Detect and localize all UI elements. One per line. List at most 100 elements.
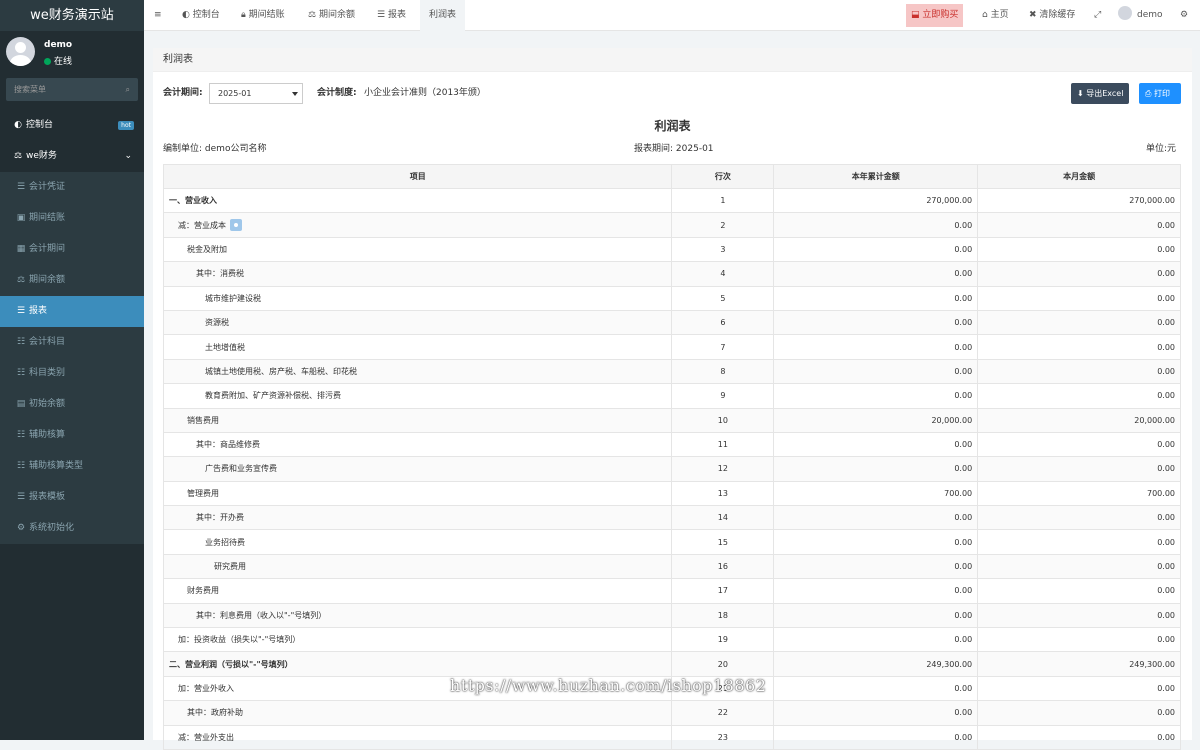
tab-dashboard[interactable]: ◐ 控制台 bbox=[176, 0, 226, 31]
sidebar-item-label: 控制台 bbox=[26, 120, 54, 130]
table-row: 教育费附加、矿产资源补偿税、排污费 9 0.00 0.00 bbox=[162, 383, 1181, 409]
cell-item: 一、营业收入 bbox=[162, 187, 673, 214]
list-icon: ☷ bbox=[16, 337, 26, 347]
home-link[interactable]: ⌂ 主页 bbox=[976, 0, 1015, 31]
sidebar-item-8[interactable]: ☷ 辅助核算 bbox=[0, 420, 144, 451]
report-title: 利润表 bbox=[654, 119, 691, 133]
cell-item: 教育费附加、矿产资源补偿税、排污费 bbox=[162, 383, 673, 409]
sidebar-item-label: 辅助核算类型 bbox=[29, 461, 84, 471]
tab-reports[interactable]: ☰ 报表 bbox=[371, 0, 412, 31]
cell-line: 12 bbox=[671, 456, 775, 482]
sidebar-item-3[interactable]: ⚖ 期间余额 bbox=[0, 265, 144, 296]
tab-period-balance[interactable]: ⚖ 期间余额 bbox=[302, 0, 361, 31]
cell-month: 270,000.00 bbox=[977, 187, 1181, 214]
sidebar-item-0[interactable]: ☰ 会计凭证 bbox=[0, 172, 144, 203]
user-status-label: 在线 bbox=[54, 57, 73, 67]
cell-line: 18 bbox=[671, 602, 775, 629]
cell-ytd: 0.00 bbox=[773, 529, 979, 555]
cell-item: 减：营业外支出 bbox=[162, 724, 673, 750]
calendar-icon: ▦ bbox=[16, 244, 26, 254]
list-icon: ☷ bbox=[16, 430, 26, 440]
cell-line: 16 bbox=[671, 553, 775, 580]
cell-ytd: 0.00 bbox=[773, 431, 979, 458]
cell-month: 0.00 bbox=[977, 578, 1181, 604]
user-menu[interactable]: demo bbox=[1112, 0, 1169, 31]
cell-month: 249,300.00 bbox=[977, 651, 1181, 677]
cell-item: 销售费用 bbox=[162, 407, 673, 433]
cell-item: 其中：消费税 bbox=[162, 261, 673, 287]
menu-toggle-icon[interactable]: ≡ bbox=[148, 0, 168, 31]
cell-item-text: 其中：消费税 bbox=[196, 269, 244, 279]
sidebar-item-4[interactable]: ☰ 报表 bbox=[0, 296, 144, 327]
export-excel-button[interactable]: ⬇ 导出Excel bbox=[1071, 83, 1130, 104]
download-icon: ⬇ bbox=[1077, 89, 1087, 98]
cell-ytd: 0.00 bbox=[773, 334, 979, 360]
tab-income-statement[interactable]: 利润表 bbox=[420, 0, 466, 31]
cell-ytd: 0.00 bbox=[773, 309, 979, 336]
sidebar-item-1[interactable]: ▣ 期间结账 bbox=[0, 203, 144, 234]
sidebar-item-5[interactable]: ☷ 会计科目 bbox=[0, 327, 144, 358]
cell-month: 20,000.00 bbox=[977, 407, 1181, 433]
sidebar-item-10[interactable]: ☰ 报表模板 bbox=[0, 482, 144, 513]
system-value: 小企业会计准则（2013年颁） bbox=[364, 88, 486, 98]
cell-item: 财务费用 bbox=[162, 578, 673, 604]
avatar bbox=[6, 37, 35, 66]
sidebar-group-we-finance[interactable]: ⚖ we财务 ⌄ bbox=[0, 141, 144, 172]
cell-item-text: 财务费用 bbox=[187, 586, 219, 596]
search-icon[interactable]: ⌕ bbox=[126, 78, 130, 101]
sidebar-item-7[interactable]: ▤ 初始余额 bbox=[0, 389, 144, 420]
sidebar-menu: ◐ 控制台 hot ⚖ we财务 ⌄ ☰ 会计凭证 ▣ 期间结账 ▦ 会计期间 ⚖ 期间余额 ☰ 报表 ☷ 会… bbox=[0, 110, 144, 544]
buy-now-button[interactable]: ⬓ 立即购买 bbox=[906, 4, 964, 27]
cell-item: 其中：商品维修费 bbox=[162, 431, 673, 458]
table-row: 研究费用 16 0.00 0.00 bbox=[162, 553, 1181, 580]
cell-item-text: 资源税 bbox=[205, 318, 229, 328]
clear-cache-button[interactable]: ✖︎ 清除缓存 bbox=[1023, 0, 1081, 31]
gear-icon[interactable]: ⚙ bbox=[1174, 0, 1194, 31]
watermark-text: https://www.huzhan.com/ishop18862 bbox=[450, 676, 767, 695]
cell-item-text: 减：营业成本 bbox=[178, 221, 226, 231]
cell-month: 0.00 bbox=[977, 431, 1181, 458]
balance-icon: ⚖ bbox=[308, 10, 319, 20]
tab-period-close[interactable]: 🔒︎ 期间结账 bbox=[235, 0, 291, 31]
detail-icon[interactable] bbox=[230, 219, 242, 232]
table-row: 一、营业收入 1 270,000.00 270,000.00 bbox=[162, 187, 1181, 214]
clear-cache-label: 清除缓存 bbox=[1039, 10, 1076, 20]
sidebar: we财务演示站 demo 在线 搜索菜单 ⌕ ◐ 控制台 hot ⚖ we财务 ⌄ ☰ 会… bbox=[0, 0, 144, 740]
cell-line: 23 bbox=[671, 724, 775, 750]
cell-ytd: 0.00 bbox=[773, 212, 979, 238]
cell-item-text: 加：营业外收入 bbox=[178, 684, 234, 693]
cell-month: 700.00 bbox=[977, 480, 1181, 507]
app-logo[interactable]: we财务演示站 bbox=[0, 0, 144, 31]
cell-month: 0.00 bbox=[977, 456, 1181, 482]
cell-month: 0.00 bbox=[977, 334, 1181, 360]
sidebar-item-11[interactable]: ⚙ 系统初始化 bbox=[0, 513, 144, 544]
print-button[interactable]: ⎙ 打印 bbox=[1139, 83, 1181, 104]
cell-month: 0.00 bbox=[977, 505, 1181, 531]
table-row: 土地增值税 7 0.00 0.00 bbox=[162, 334, 1181, 360]
sidebar-item-2[interactable]: ▦ 会计期间 bbox=[0, 234, 144, 265]
table-row: 其中：开办费 14 0.00 0.00 bbox=[162, 505, 1181, 531]
cell-month: 0.00 bbox=[977, 724, 1181, 750]
menu-search-input[interactable]: 搜索菜单 ⌕ bbox=[6, 78, 138, 101]
table-row: 资源税 6 0.00 0.00 bbox=[162, 309, 1181, 336]
tab-label: 报表 bbox=[387, 10, 406, 20]
table-row: 城镇土地使用税、房产税、车船税、印花税 8 0.00 0.00 bbox=[162, 358, 1181, 385]
sidebar-item-label: 会计期间 bbox=[29, 244, 66, 254]
table-row: 销售费用 10 20,000.00 20,000.00 bbox=[162, 407, 1181, 433]
cell-ytd: 0.00 bbox=[773, 383, 979, 409]
sidebar-item-9[interactable]: ☷ 辅助核算类型 bbox=[0, 451, 144, 482]
trash-icon: ✖︎ bbox=[1029, 10, 1040, 20]
sidebar-group-label: we财务 bbox=[26, 151, 57, 161]
sidebar-item-dashboard[interactable]: ◐ 控制台 hot bbox=[0, 110, 144, 141]
fullscreen-icon[interactable]: ⤢ bbox=[1088, 0, 1107, 31]
cell-month: 0.00 bbox=[977, 529, 1181, 555]
cell-item: 其中：政府补助 bbox=[162, 700, 673, 726]
cell-ytd: 0.00 bbox=[773, 285, 979, 311]
home-icon: ⌂ bbox=[982, 10, 991, 20]
file-icon: ☰ bbox=[16, 492, 26, 502]
period-select[interactable]: 2025-01 bbox=[209, 83, 303, 104]
table-row: 加：投资收益（损失以"-"号填列） 19 0.00 0.00 bbox=[162, 627, 1181, 653]
panel-title: 利润表 bbox=[153, 48, 1192, 72]
cart-icon: ⬓ bbox=[911, 10, 923, 20]
sidebar-item-6[interactable]: ☷ 科目类别 bbox=[0, 358, 144, 389]
